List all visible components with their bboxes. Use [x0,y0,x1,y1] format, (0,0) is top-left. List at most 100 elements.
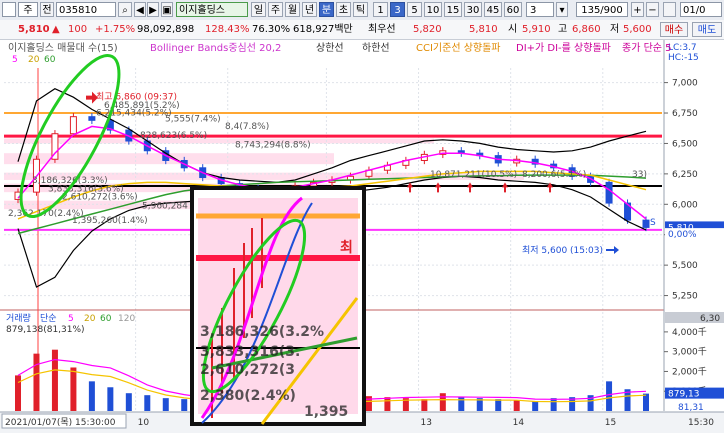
volume-profile-label: 8,743,294(8.8%) [235,141,311,151]
interval-15[interactable]: 15 [444,2,462,17]
quote-bar: 5,810 ▲ 100 +1.75% 98,092,898 128.43% 76… [0,20,724,40]
sell-button[interactable]: 매도 [692,22,722,37]
volume-bar [88,381,95,411]
zoom-out-icon[interactable]: − [646,2,659,17]
y-tick-label: 5,250 [672,292,698,302]
x-tick-label: 10 [138,418,150,428]
ma-label: 20 [28,55,40,65]
indicator-value: LC:3.7 [668,43,697,53]
up-arrow-icon: ▲ [52,24,60,35]
volume-right-top: 6,30 [700,314,720,324]
buy-button[interactable]: 매수 [660,22,688,37]
legend-item: 종가 단순 5 [622,42,672,54]
volume-legend-item: 단순 [40,313,57,324]
volume-last-label: 879,13 [668,390,700,400]
next-icon[interactable]: ▶ [147,2,159,17]
count-display: 135/900 [576,2,628,17]
x-tick-label: 13 [421,418,432,428]
price-chart[interactable]: 최고 6,860 (09:37)6,485,891(5.2%)6,215,434… [0,40,724,433]
zoom-in-icon[interactable]: + [631,2,644,17]
interval-30[interactable]: 30 [464,2,482,17]
volume-bar [384,397,391,411]
stock-name-box[interactable]: 이지홀딩스 [176,2,248,17]
period-second[interactable]: 초 [336,2,351,17]
open-label: 시 [508,24,518,35]
window-icon[interactable] [2,2,16,17]
zoom-label: 2,610,272(3 [200,362,295,378]
volume-bar [495,399,502,411]
high-value: 6,860 [572,24,601,35]
code-input[interactable]: 035810 [56,2,116,17]
x-tick-label: 15 [605,418,616,428]
volume-profile-label: 8,4(7.8%) [225,122,269,132]
market-select[interactable]: 주 [18,2,38,17]
best-label: 최우선 [368,24,396,35]
volume-bar [421,399,428,411]
period-tick[interactable]: 틱 [353,2,368,17]
interval-input[interactable]: 3 [526,2,554,17]
interval-60[interactable]: 60 [504,2,522,17]
volume-tick-label: 4,000千 [672,327,707,338]
turnover-ratio: 76.30% [252,24,291,35]
y-tick-label: 7,000 [672,79,698,89]
volume-bar [181,399,188,411]
price-marker: 0,00% [668,230,697,240]
volume-legend-item: 거래량 [6,312,31,324]
price-change-pct: +1.75% [95,24,136,35]
search-icon[interactable]: ⌕ [118,2,132,17]
zoom-label: 1,395 [304,404,348,420]
volume-bar [439,393,446,411]
high-label: 고 [558,24,568,35]
toolbar: 주 전 035810 ⌕ ◀ ▶ ▣ 이지홀딩스 일 주 월 년 분 초 틱 1… [0,0,724,21]
volume-bar [15,375,21,411]
ma-label: 5 [12,55,18,65]
volume-profile-label: 5,555(7.4%) [165,115,221,125]
date-input[interactable]: 01/0 [680,2,722,17]
interval-45[interactable]: 45 [484,2,502,17]
zoom-label: 2,380(2.4%) [200,388,296,404]
zoom-label: 3,833,316(3. [200,344,300,360]
volume-profile-label: 33) [632,170,647,180]
indicator-value: HC:-15 [668,53,699,63]
volume-bar [33,353,40,411]
period-week[interactable]: 주 [268,2,283,17]
volume-profile-label: 1,395,260(1.4%) [72,216,148,226]
zoom-label: 3,186,326(3.2% [200,324,324,340]
candle [605,181,613,204]
prev-icon[interactable]: ◀ [134,2,146,17]
sell-marker: S [650,218,656,228]
volume-legend-item: 60 [100,314,112,324]
legend-item: DI+가 DI-를 상향돌파 [516,42,611,54]
volume-profile-label: 828,623(6.5%) [140,131,207,141]
lock-icon[interactable]: ▣ [161,2,173,17]
period-month[interactable]: 월 [285,2,300,17]
volume-bar [70,367,77,411]
prefix-button[interactable]: 전 [40,2,54,17]
legend-item: Bollinger Bands중심선 20,2 [150,42,281,54]
y-tick-label: 6,000 [672,200,698,210]
volume-bar [550,398,557,411]
y-tick-label: 6,250 [672,170,698,180]
volume-bar [162,398,169,411]
volume-bar [643,393,649,411]
candle [88,116,96,121]
interval-3[interactable]: 3 [390,2,405,17]
interval-10[interactable]: 10 [424,2,442,17]
period-minute[interactable]: 분 [319,2,334,17]
checkbox[interactable] [663,2,676,17]
volume-profile-label: 8,200,6(5.1%) [522,170,586,180]
volume-bar [51,349,58,411]
candle [642,219,650,228]
open-value: 5,910 [522,24,551,35]
interval-5[interactable]: 5 [407,2,422,17]
x-tick-label: 14 [513,418,525,428]
volume-tick-label: 3,000千 [672,347,707,358]
volume-profile-label: 10,871,211(10.5%) [430,170,517,180]
trade-amount: 618,927백만 [293,24,353,35]
period-day[interactable]: 일 [251,2,266,17]
x-end-label: 15:30 [688,418,714,428]
period-year[interactable]: 년 [302,2,317,17]
volume-profile-label: 5,960,284 [142,202,188,212]
interval-1[interactable]: 1 [373,2,388,17]
interval-dropdown-icon[interactable]: ▾ [556,2,568,17]
